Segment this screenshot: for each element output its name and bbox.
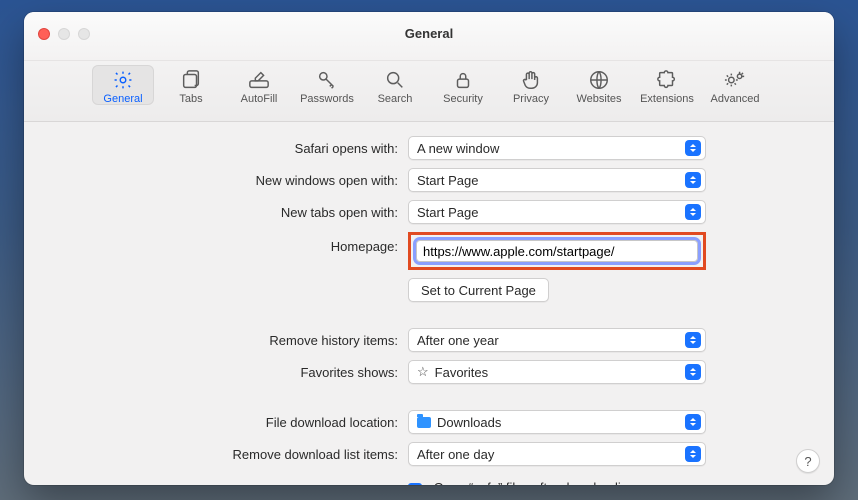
- preferences-toolbar: General Tabs AutoFill: [24, 61, 834, 122]
- tab-label: Tabs: [179, 93, 202, 105]
- label-new-tabs: New tabs open with:: [44, 205, 408, 220]
- popup-value: Downloads: [437, 415, 685, 430]
- search-icon: [384, 69, 406, 91]
- tab-search[interactable]: Search: [364, 65, 426, 105]
- tab-label: Security: [443, 93, 483, 105]
- tab-websites[interactable]: Websites: [568, 65, 630, 105]
- popup-value: Start Page: [417, 205, 685, 220]
- popup-value: After one day: [417, 447, 685, 462]
- lock-icon: [452, 69, 474, 91]
- puzzle-icon: [656, 69, 678, 91]
- tab-extensions[interactable]: Extensions: [636, 65, 698, 105]
- tab-security[interactable]: Security: [432, 65, 494, 105]
- safari-opens-popup[interactable]: A new window: [408, 136, 706, 160]
- set-current-page-button[interactable]: Set to Current Page: [408, 278, 549, 302]
- stepper-arrows-icon: [685, 172, 701, 188]
- tabs-icon: [180, 69, 202, 91]
- label-safari-opens: Safari opens with:: [44, 141, 408, 156]
- pencil-field-icon: [248, 69, 270, 91]
- tab-label: Privacy: [513, 93, 549, 105]
- hand-icon: [520, 69, 542, 91]
- tab-label: Advanced: [711, 93, 760, 105]
- folder-icon: [417, 417, 431, 428]
- stepper-arrows-icon: [685, 414, 701, 430]
- tab-general[interactable]: General: [92, 65, 154, 105]
- label-download-location: File download location:: [44, 415, 408, 430]
- open-safe-files-label: Open “safe” files after downloading: [434, 480, 636, 485]
- tab-autofill[interactable]: AutoFill: [228, 65, 290, 105]
- label-new-windows: New windows open with:: [44, 173, 408, 188]
- popup-value: Start Page: [417, 173, 685, 188]
- preferences-window: General General: [24, 12, 834, 485]
- popup-value: A new window: [417, 141, 685, 156]
- popup-value: Favorites: [435, 365, 685, 380]
- remove-downloads-popup[interactable]: After one day: [408, 442, 706, 466]
- homepage-highlight: [408, 232, 706, 270]
- toolbar-row: General Tabs AutoFill: [92, 65, 766, 105]
- favorites-popup[interactable]: ☆ Favorites: [408, 360, 706, 384]
- tab-label: Search: [378, 93, 413, 105]
- remove-history-popup[interactable]: After one year: [408, 328, 706, 352]
- general-pane: Safari opens with: A new window New wind…: [24, 122, 834, 485]
- key-icon: [316, 69, 338, 91]
- new-windows-popup[interactable]: Start Page: [408, 168, 706, 192]
- gear-icon: [112, 69, 134, 91]
- stepper-arrows-icon: [685, 364, 701, 380]
- homepage-input[interactable]: [416, 240, 698, 262]
- tab-passwords[interactable]: Passwords: [296, 65, 358, 105]
- help-button[interactable]: ?: [796, 449, 820, 473]
- globe-icon: [588, 69, 610, 91]
- star-icon: ☆: [417, 364, 429, 380]
- download-location-popup[interactable]: Downloads: [408, 410, 706, 434]
- tab-label: General: [103, 93, 142, 105]
- titlebar: General: [24, 12, 834, 61]
- stepper-arrows-icon: [685, 446, 701, 462]
- tab-label: Websites: [576, 93, 621, 105]
- tab-tabs[interactable]: Tabs: [160, 65, 222, 105]
- window-title: General: [24, 26, 834, 41]
- stepper-arrows-icon: [685, 140, 701, 156]
- label-remove-downloads: Remove download list items:: [44, 447, 408, 462]
- label-homepage: Homepage:: [44, 232, 408, 254]
- tab-label: Extensions: [640, 93, 694, 105]
- popup-value: After one year: [417, 333, 685, 348]
- tab-privacy[interactable]: Privacy: [500, 65, 562, 105]
- open-safe-files-checkbox[interactable]: [408, 483, 422, 485]
- tab-label: AutoFill: [241, 93, 278, 105]
- tab-label: Passwords: [300, 93, 354, 105]
- label-remove-history: Remove history items:: [44, 333, 408, 348]
- tab-advanced[interactable]: Advanced: [704, 65, 766, 105]
- stepper-arrows-icon: [685, 332, 701, 348]
- stepper-arrows-icon: [685, 204, 701, 220]
- new-tabs-popup[interactable]: Start Page: [408, 200, 706, 224]
- label-favorites: Favorites shows:: [44, 365, 408, 380]
- gears-icon: [724, 69, 746, 91]
